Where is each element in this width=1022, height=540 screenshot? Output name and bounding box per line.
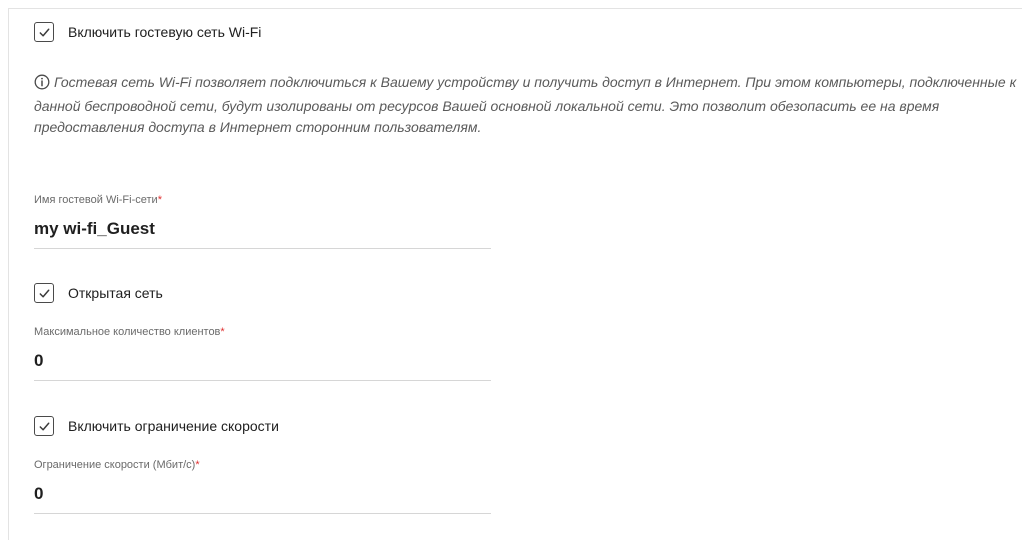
required-mark: * (220, 326, 225, 338)
guest-wifi-info: Гостевая сеть Wi-Fi позволяет подключить… (34, 72, 1019, 138)
guest-ssid-input[interactable]: my wi-fi_Guest (34, 219, 491, 249)
required-mark: * (157, 194, 162, 206)
speed-limit-input[interactable]: 0 (34, 484, 491, 514)
guest-ssid-field: Имя гостевой Wi-Fi-сети* my wi-fi_Guest (34, 194, 491, 249)
speed-limit-field: Ограничение скорости (Мбит/с)* 0 (34, 459, 491, 514)
speed-limit-enable-row[interactable]: Включить ограничение скорости (34, 416, 279, 436)
max-clients-input[interactable]: 0 (34, 351, 491, 381)
enable-guest-wifi-checkbox[interactable] (34, 22, 54, 42)
guest-ssid-label: Имя гостевой Wi-Fi-сети* (34, 194, 162, 206)
info-text: Гостевая сеть Wi-Fi позволяет подключить… (34, 74, 1017, 135)
max-clients-label: Максимальное количество клиентов* (34, 326, 225, 338)
checkmark-icon (39, 422, 49, 430)
enable-guest-wifi-row[interactable]: Включить гостевую сеть Wi-Fi (34, 22, 261, 42)
required-mark: * (195, 459, 200, 471)
speed-limit-enable-checkbox[interactable] (34, 416, 54, 436)
enable-guest-wifi-label: Включить гостевую сеть Wi-Fi (68, 24, 262, 40)
open-network-label: Открытая сеть (68, 285, 163, 301)
open-network-checkbox[interactable] (34, 283, 54, 303)
checkmark-icon (39, 289, 49, 297)
checkmark-icon (39, 28, 49, 36)
max-clients-field: Максимальное количество клиентов* 0 (34, 326, 491, 381)
speed-limit-enable-label: Включить ограничение скорости (68, 418, 279, 434)
open-network-row[interactable]: Открытая сеть (34, 283, 163, 303)
info-circle-icon (34, 74, 50, 96)
speed-limit-label: Ограничение скорости (Мбит/с)* (34, 459, 200, 471)
